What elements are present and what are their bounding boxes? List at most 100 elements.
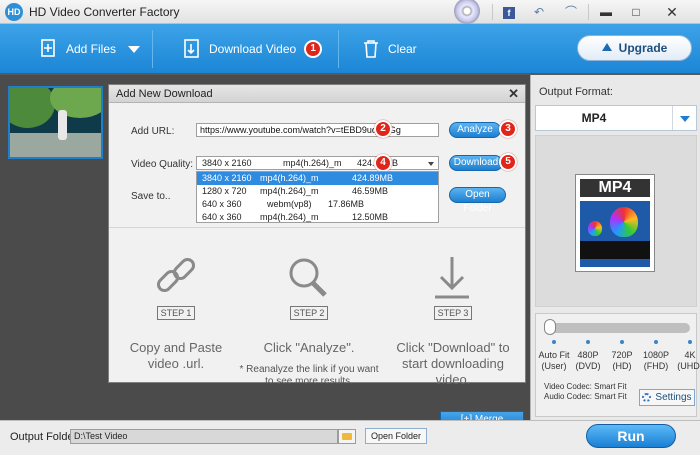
option-codec: mp4(h.264)_m [260,186,319,196]
option-resolution: 1280 x 720 [202,186,247,196]
mp4-file-label: MP4 [580,179,650,197]
quality-option-label[interactable]: Auto Fit (User) [537,350,571,372]
step-2-text: Click "Analyze". [263,340,355,355]
quality-option[interactable]: 3840 x 2160 mp4(h.264)_m 424.89MB [197,172,438,185]
format-preview[interactable]: MP4 [535,135,697,307]
add-url-label: Add URL: [131,126,175,137]
output-folder-input[interactable]: D:\Test Video [70,429,338,444]
main-toolbar: Add Files Download Video 1 Clear Upgrade [0,24,700,74]
option-size: 46.59MB [352,186,389,196]
step-badge: 2 [374,120,392,138]
quality-slider-panel: Auto Fit (User) 480P (DVD) 720P (HD) 1080P … [535,313,700,417]
option-resolution: 640 x 360 [202,199,242,209]
step-3-text: Click "Download" to start downloading vi… [396,340,510,387]
chevron-down-icon[interactable] [128,45,141,53]
quality-codec: mp4(h.264)_m [283,158,342,168]
step-badge: 5 [499,153,517,171]
quality-option-label[interactable]: 4K (UHD) [673,350,700,372]
download-button[interactable]: Download [449,155,503,171]
download-video-button[interactable]: Download Video 1 [183,24,323,74]
app-logo: HD [5,3,23,21]
dialog-title: Add New Download [116,88,213,100]
settings-button[interactable]: Settings [639,389,695,406]
open-output-folder-button[interactable]: Open Folder [365,428,427,444]
video-quality-label: Video Quality: [131,159,194,170]
quality-option-label[interactable]: 720P (HD) [605,350,639,372]
add-file-icon [40,39,58,59]
disc-icon [454,0,480,24]
quality-dropdown-list: 3840 x 2160 mp4(h.264)_m 424.89MB 1280 x… [196,171,439,223]
output-panel: Output Format: MP4 MP4 Auto Fit (User) 48… [530,75,700,420]
upgrade-button[interactable]: Upgrade [577,35,692,61]
add-files-label: Add Files [66,42,117,56]
divider [109,227,525,228]
close-icon[interactable]: ✕ [660,0,684,24]
step-2-note: * Reanalyze the link if you want to see … [239,364,379,387]
video-thumbnail[interactable] [8,86,103,159]
step-1-text: Copy and Paste video .url. [129,340,223,371]
step-2-tag: STEP 2 [290,306,328,320]
download-icon [183,39,201,59]
slider-tick [552,340,556,344]
divider [492,4,493,20]
chevron-down-icon[interactable] [428,162,434,166]
option-size: 424.89MB [352,173,394,183]
divider [152,30,153,68]
minimize-icon[interactable]: ▬ [594,0,618,24]
slider-ticks [544,340,692,346]
option-codec: webm(vp8) [267,199,312,209]
chevron-down-icon[interactable] [672,106,696,130]
option-size: 12.50MB [352,212,389,222]
bottom-bar: Output Folder: D:\Test Video Open Folder… [0,420,700,455]
facebook-icon[interactable]: f [497,0,521,24]
app-title: HD Video Converter Factory [29,5,180,19]
slider-handle[interactable] [544,319,556,335]
dialog-title-bar: Add New Download ✕ [109,85,525,103]
option-codec: mp4(h.264)_m [260,212,319,222]
add-files-button[interactable]: Add Files [40,24,141,74]
quality-option[interactable]: 640 x 360 mp4(h.264)_m 12.50MB [197,211,438,224]
trash-icon [362,39,380,59]
upgrade-arrow-icon [601,43,612,51]
output-format-label: Output Format: [539,86,613,98]
step-badge: 3 [499,120,517,138]
settings-label: Settings [655,392,692,403]
mp4-file-icon: MP4 [575,174,655,272]
save-to-label: Save to.. [131,191,171,202]
undo-icon[interactable]: ↶ [527,0,551,24]
video-quality-select[interactable]: 3840 x 2160 mp4(h.264)_m 424.89MB [196,156,439,170]
url-input[interactable]: https://www.youtube.com/watch?v=tEBD9uqz… [196,123,439,137]
quality-option[interactable]: 640 x 360 webm(vp8) 17.86MB [197,198,438,211]
quality-slider[interactable] [544,323,690,333]
option-codec: mp4(h.264)_m [260,173,319,183]
output-format-select[interactable]: MP4 [535,105,697,131]
upgrade-label: Upgrade [618,41,668,55]
title-bar: HD HD Video Converter Factory f ↶ ⌒ ▬ □ … [0,0,700,24]
clear-button[interactable]: Clear [362,24,417,74]
close-icon[interactable]: ✕ [508,86,519,102]
analyze-button[interactable]: Analyze [449,122,501,138]
download-video-label: Download Video [209,42,297,56]
folder-icon[interactable] [338,429,356,444]
link-icon [156,257,196,293]
quality-option-label[interactable]: 480P (DVD) [571,350,605,372]
open-folder-button[interactable]: Open Folder [449,187,506,214]
slider-tick [586,340,590,344]
quality-option-label[interactable]: 1080P (FHD) [639,350,673,372]
option-size: 17.86MB [328,199,365,209]
skin-icon[interactable]: ⌒ [559,0,583,24]
output-format-value: MP4 [581,111,607,125]
download-arrow-icon [435,257,469,299]
slider-tick [654,340,658,344]
step-badge: 4 [374,154,392,172]
step-3-tag: STEP 3 [434,306,472,320]
option-resolution: 640 x 360 [202,212,242,222]
slider-tick [688,340,692,344]
run-button[interactable]: Run [586,424,676,448]
add-new-download-dialog: Add New Download ✕ Add URL: https://www.… [108,84,526,387]
quality-option[interactable]: 1280 x 720 mp4(h.264)_m 46.59MB [197,185,438,198]
step-1-tag: STEP 1 [157,306,195,320]
audio-codec-text: Audio Codec: Smart Fit [544,392,627,401]
slider-tick [620,340,624,344]
restore-icon[interactable]: □ [624,0,648,24]
